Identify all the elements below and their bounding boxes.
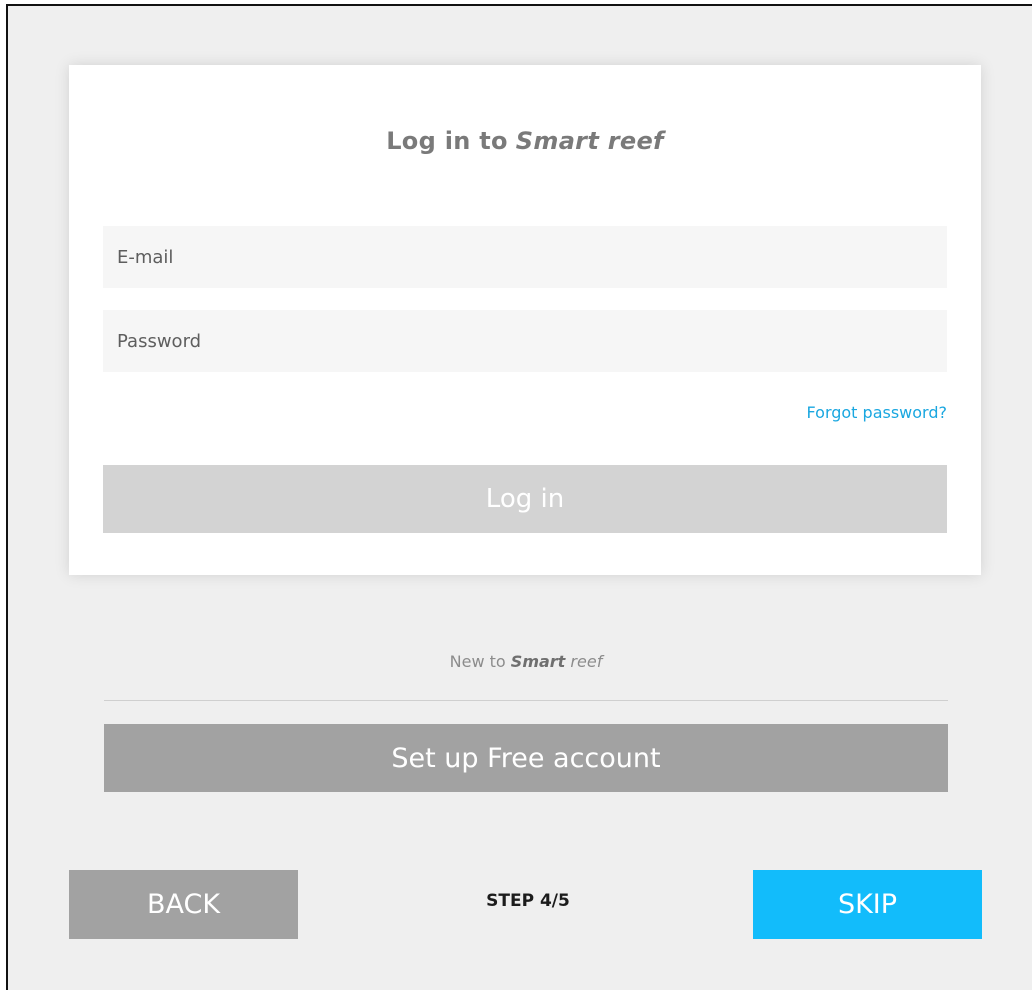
back-button[interactable]: BACK [69, 870, 298, 939]
skip-button[interactable]: SKIP [753, 870, 982, 939]
new-to-brand-italic: reef [570, 652, 603, 671]
forgot-password-link[interactable]: Forgot password? [807, 403, 947, 422]
app-frame: Log in to Smart reef Forgot password? Lo… [6, 4, 1032, 990]
email-field[interactable] [103, 226, 947, 288]
password-field[interactable] [103, 310, 947, 372]
new-to-prompt: New to Smart reef [104, 652, 948, 671]
login-title-prefix: Log in to [386, 127, 508, 155]
login-title-brand: Smart reef [515, 127, 664, 155]
login-card: Log in to Smart reef Forgot password? Lo… [69, 65, 981, 575]
new-to-brand-bold: Smart [510, 652, 566, 671]
login-button[interactable]: Log in [103, 465, 947, 533]
step-indicator: STEP 4/5 [486, 891, 570, 911]
new-to-prefix: New to [449, 652, 506, 671]
setup-free-account-button[interactable]: Set up Free account [104, 724, 948, 792]
login-title: Log in to Smart reef [69, 127, 981, 155]
divider [104, 700, 948, 701]
